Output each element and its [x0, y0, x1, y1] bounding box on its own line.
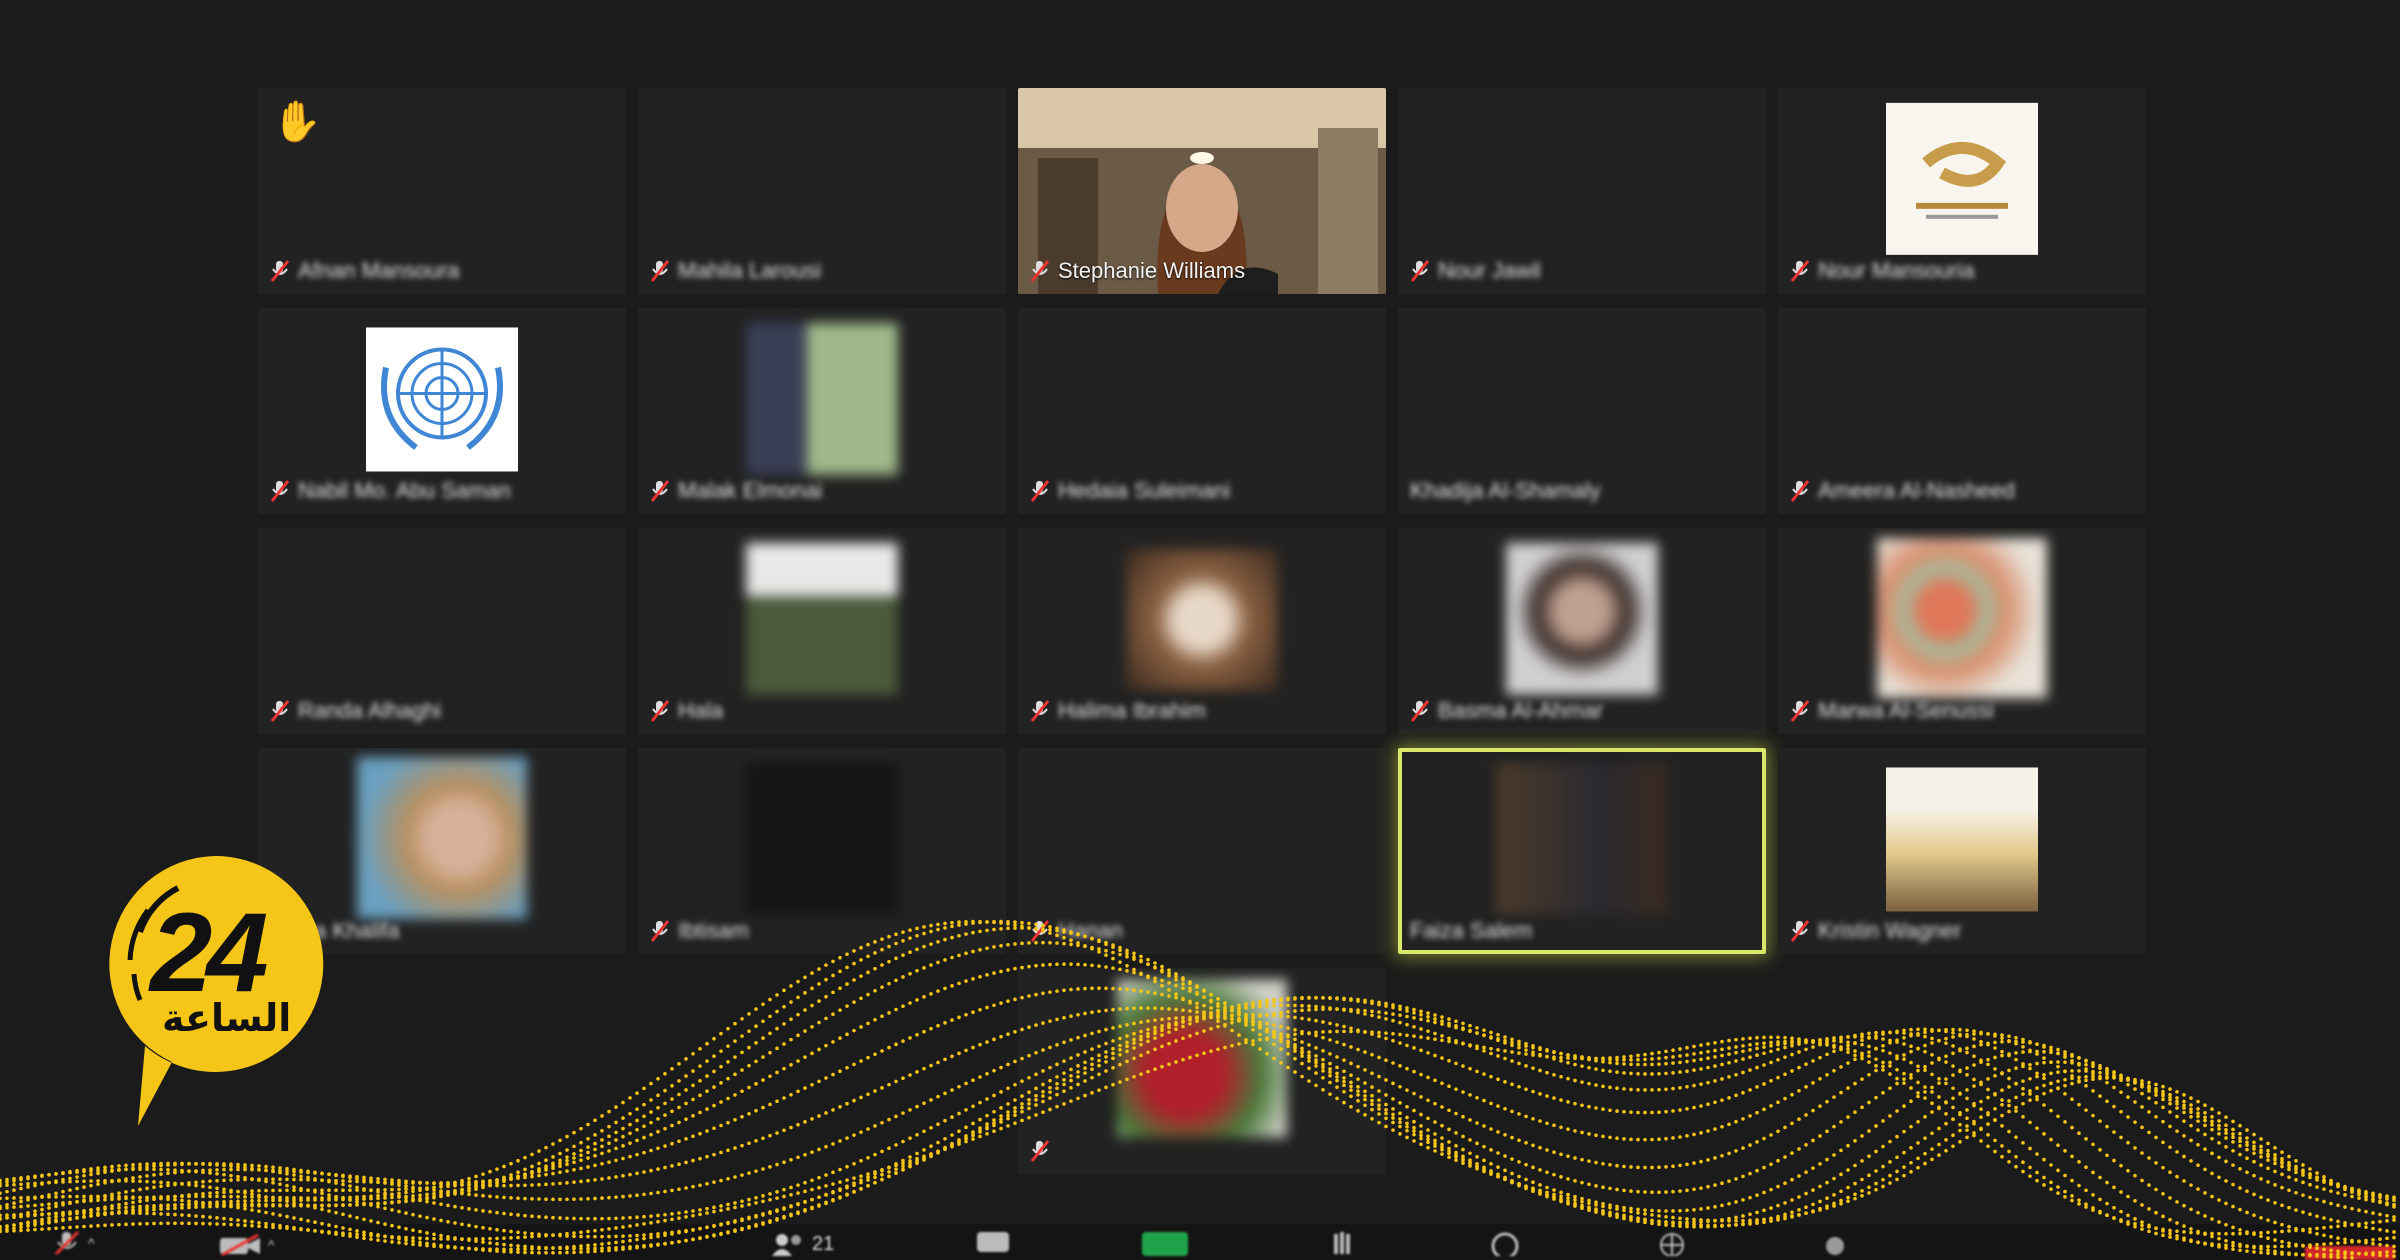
- raised-hand-icon: ✋: [272, 100, 322, 144]
- participant-tile[interactable]: [1018, 968, 1386, 1174]
- participant-name: Kristin Wagner: [1818, 918, 1962, 943]
- participant-tile[interactable]: Khadija Al-Shamaly: [1398, 308, 1766, 514]
- participant-name: Faiza Salem: [1410, 918, 1533, 943]
- participant-name-bar: Mahila Larousi: [650, 256, 996, 286]
- mic-muted-icon[interactable]: ^: [52, 1230, 95, 1256]
- participant-name-bar: Hedaia Suleimani: [1030, 476, 1376, 506]
- participant-name: Hanan: [1058, 918, 1123, 943]
- participant-name: Basma Al-Ahmar: [1438, 698, 1604, 723]
- mic-muted-icon: [270, 259, 290, 283]
- participant-tile[interactable]: Randa Alhaghi: [258, 528, 626, 734]
- participant-name: Stephanie Williams: [1058, 258, 1246, 283]
- more-icon[interactable]: [1820, 1230, 1850, 1256]
- mic-muted-icon: [1030, 919, 1050, 943]
- mic-muted-icon: [650, 699, 670, 723]
- participant-name-bar: Nour Jawil: [1410, 256, 1756, 286]
- participant-tile[interactable]: Faiza Salem: [1398, 748, 1766, 954]
- participant-name-bar: Afnan Mansoura: [270, 256, 616, 286]
- mic-muted-icon: [1030, 479, 1050, 503]
- mic-muted-icon: [1790, 259, 1810, 283]
- end-icon[interactable]: [2305, 1246, 2395, 1260]
- participant-tile[interactable]: Nabil Mo. Abu Saman: [258, 308, 626, 514]
- gallery-view: ✋ Afnan Mansoura Mahila Larousi Stephani…: [258, 88, 2156, 1176]
- mic-muted-icon: [1030, 699, 1050, 723]
- participant-name-bar: Stephanie Williams: [1030, 256, 1376, 286]
- mic-muted-icon: [1030, 259, 1050, 283]
- logo-text: الساعة: [162, 996, 292, 1040]
- participants-icon[interactable]: 21: [770, 1232, 834, 1256]
- mic-muted-icon: [270, 479, 290, 503]
- participant-name: Nour Mansouria: [1818, 258, 1975, 283]
- participant-name-bar: Nabil Mo. Abu Saman: [270, 476, 616, 506]
- participant-name: Hedaia Suleimani: [1058, 478, 1231, 503]
- participant-tile[interactable]: Halima Ibrahim: [1018, 528, 1386, 734]
- participant-name-bar: Hanan: [1030, 916, 1376, 946]
- participant-tile[interactable]: Malak Elmonai: [638, 308, 1006, 514]
- participant-name: Hala: [678, 698, 724, 723]
- participant-tile[interactable]: Hedaia Suleimani: [1018, 308, 1386, 514]
- participant-tile[interactable]: Kristin Wagner: [1778, 748, 2146, 954]
- participant-tile[interactable]: Nour Mansouria: [1778, 88, 2146, 294]
- mic-muted-icon: [650, 259, 670, 283]
- un-emblem-image: [366, 327, 518, 472]
- participant-name-bar: Marwa Al-Senussi: [1790, 696, 2136, 726]
- mic-muted-icon: [270, 699, 290, 723]
- participant-name: Randa Alhaghi: [298, 698, 442, 723]
- participant-name: Khadija Al-Shamaly: [1410, 478, 1601, 503]
- mic-muted-icon: [1790, 919, 1810, 943]
- participant-name: Nabil Mo. Abu Saman: [298, 478, 511, 503]
- participant-name-bar: Randa Alhaghi: [270, 696, 616, 726]
- participant-name: Mahila Larousi: [678, 258, 822, 283]
- share-screen-icon[interactable]: [1142, 1232, 1188, 1256]
- participant-name-bar: Ibtisam: [650, 916, 996, 946]
- participant-name-bar: [1030, 1136, 1376, 1166]
- participant-name: Ameera Al-Nasheed: [1818, 478, 2015, 503]
- apps-icon[interactable]: [1655, 1230, 1689, 1256]
- participant-name: Afnan Mansoura: [298, 258, 460, 283]
- record-icon[interactable]: [1488, 1230, 1522, 1256]
- participant-name-bar: Faiza Salem: [1410, 916, 1756, 946]
- participant-tile[interactable]: Stephanie Williams: [1018, 88, 1386, 294]
- chat-icon[interactable]: [975, 1230, 1011, 1256]
- participant-name: Nour Jawil: [1438, 258, 1541, 283]
- mic-muted-icon: [1410, 699, 1430, 723]
- participant-tile[interactable]: Nour Jawil: [1398, 88, 1766, 294]
- reactions-icon[interactable]: [1328, 1230, 1358, 1256]
- participant-count: 21: [812, 1232, 835, 1255]
- brand-logo: 24 الساعة: [100, 850, 330, 1130]
- mic-muted-icon: [1790, 699, 1810, 723]
- zoom-meeting-window: ✋ Afnan Mansoura Mahila Larousi Stephani…: [0, 0, 2400, 1260]
- participant-name-bar: Hala: [650, 696, 996, 726]
- participant-name: Marwa Al-Senussi: [1818, 698, 1995, 723]
- participant-name: Halima Ibrahim: [1058, 698, 1206, 723]
- video-off-icon[interactable]: ^: [218, 1234, 275, 1256]
- participant-tile[interactable]: Ibtisam: [638, 748, 1006, 954]
- participant-name-bar: Halima Ibrahim: [1030, 696, 1376, 726]
- gold-logo-image: [1886, 102, 2038, 255]
- mic-muted-icon: [1410, 259, 1430, 283]
- participant-name-bar: Malak Elmonai: [650, 476, 996, 506]
- participant-name-bar: Nour Mansouria: [1790, 256, 2136, 286]
- participant-name: Ibtisam: [678, 918, 749, 943]
- participant-tile[interactable]: Ameera Al-Nasheed: [1778, 308, 2146, 514]
- mic-muted-icon: [1030, 1139, 1050, 1163]
- participant-tile[interactable]: Hanan: [1018, 748, 1386, 954]
- participant-tile[interactable]: Mahila Larousi: [638, 88, 1006, 294]
- participant-tile[interactable]: Hala: [638, 528, 1006, 734]
- participant-tile[interactable]: Basma Al-Ahmar: [1398, 528, 1766, 734]
- participant-tile[interactable]: Marwa Al-Senussi: [1778, 528, 2146, 734]
- participant-name-bar: Khadija Al-Shamaly: [1410, 476, 1756, 506]
- meeting-toolbar: ^ ^ 21: [0, 1224, 2400, 1260]
- participant-name-bar: Ameera Al-Nasheed: [1790, 476, 2136, 506]
- participant-name: Malak Elmonai: [678, 478, 823, 503]
- mic-muted-icon: [650, 479, 670, 503]
- mic-muted-icon: [650, 919, 670, 943]
- participant-tile[interactable]: ✋ Afnan Mansoura: [258, 88, 626, 294]
- participant-name-bar: Basma Al-Ahmar: [1410, 696, 1756, 726]
- mic-muted-icon: [1790, 479, 1810, 503]
- participant-name-bar: Kristin Wagner: [1790, 916, 2136, 946]
